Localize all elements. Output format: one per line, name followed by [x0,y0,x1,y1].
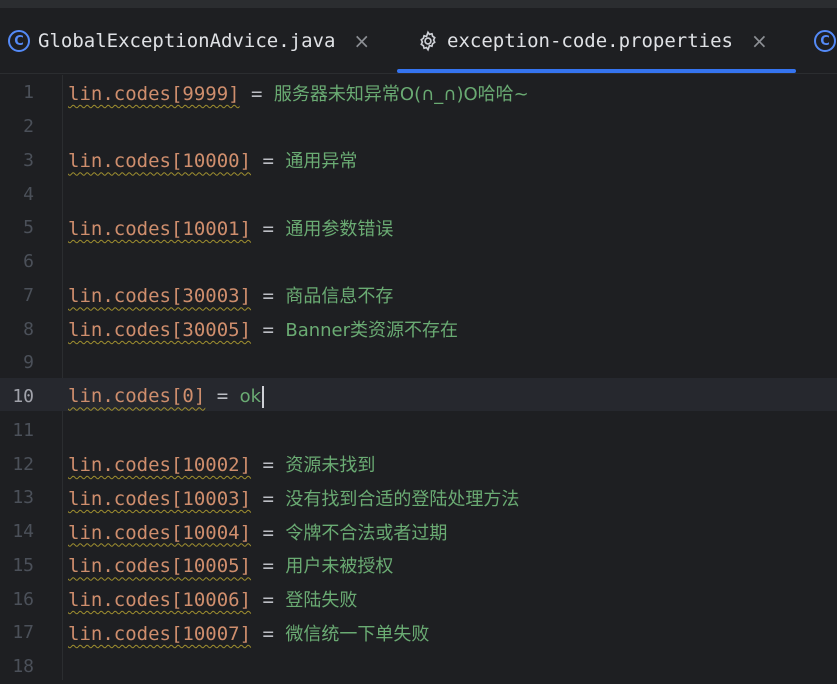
line-number: 8 [23,318,34,340]
line-number: 12 [12,453,34,475]
line-number: 6 [23,251,34,273]
code-line[interactable]: 2 [0,110,837,144]
property-value: 用户未被授权 [285,556,394,578]
property-key: lin.codes[30005] [68,319,252,342]
tab-label: exception-code.properties [447,30,733,52]
code-line[interactable]: 8 lin.codes[30005] = Banner类资源不存在 [0,312,837,346]
line-number: 15 [12,554,34,576]
java-class-icon: C [8,30,30,52]
code-line[interactable]: 3 lin.codes[10000] = 通用异常 [0,144,837,178]
line-number: 9 [23,352,34,374]
line-number: 7 [23,284,34,306]
property-value: 通用参数错误 [285,218,394,240]
code-editor[interactable]: 1 lin.codes[9999] = 服务器未知异常O(∩_∩)O哈哈~ 2 … [0,75,837,680]
text-caret [262,385,265,408]
line-number: 18 [12,656,34,678]
equals-sign: = [205,385,240,408]
equals-sign: = [251,454,286,477]
equals-sign: = [251,285,286,308]
code-line[interactable]: 9 [0,346,837,380]
property-value: 服务器未知异常O(∩_∩)O哈哈~ [273,83,529,105]
property-key: lin.codes[10004] [68,521,252,544]
line-number: 3 [23,149,34,171]
property-key: lin.codes[10000] [68,150,252,173]
equals-sign: = [251,319,286,342]
tab-label: GlobalExceptionAdvice.java [38,30,336,52]
property-value: 登陆失败 [285,590,358,612]
java-class-icon: C [814,30,836,52]
property-key: lin.codes[10007] [68,622,252,645]
code-line[interactable]: 7 lin.codes[30003] = 商品信息不存 [0,279,837,313]
code-line[interactable]: 14 lin.codes[10004] = 令牌不合法或者过期 [0,515,837,549]
property-value: ok [239,386,262,408]
property-value: 没有找到合适的登陆处理方法 [285,488,520,510]
property-key: lin.codes[10002] [68,454,252,477]
property-key: lin.codes[10001] [68,217,252,240]
code-line[interactable]: 18 [0,650,837,684]
line-number: 1 [23,82,34,104]
property-value: 微信统一下单失败 [285,623,430,645]
code-line[interactable]: 11 [0,414,837,448]
tab-overflow[interactable]: C [814,8,837,74]
active-tab-indicator [397,69,796,73]
code-line[interactable]: 5 lin.codes[10001] = 通用参数错误 [0,211,837,245]
line-number: 5 [23,217,34,239]
code-line[interactable]: 1 lin.codes[9999] = 服务器未知异常O(∩_∩)O哈哈~ [0,76,837,110]
equals-sign: = [251,521,286,544]
code-line[interactable]: 16 lin.codes[10006] = 登陆失败 [0,582,837,616]
tab-global-exception-advice[interactable]: C GlobalExceptionAdvice.java × [8,8,370,74]
equals-sign: = [251,487,286,510]
line-number: 4 [23,183,34,205]
code-line[interactable]: 13 lin.codes[10003] = 没有找到合适的登陆处理方法 [0,481,837,515]
line-number: 10 [12,386,34,408]
line-number: 11 [12,419,34,441]
line-number: 13 [12,487,34,509]
close-icon[interactable]: × [751,29,768,53]
property-value: 令牌不合法或者过期 [285,522,448,544]
equals-sign: = [251,150,286,173]
tab-exception-code-properties[interactable]: exception-code.properties × [417,8,768,74]
equals-sign: = [251,555,286,578]
code-line-current[interactable]: 10 lin.codes[0] = ok [0,380,837,414]
equals-sign: = [251,589,286,612]
code-line[interactable]: 15 lin.codes[10005] = 用户未被授权 [0,549,837,583]
line-number: 14 [12,521,34,543]
property-key: lin.codes[10003] [68,487,252,510]
line-number: 17 [12,622,34,644]
gear-icon [417,30,439,52]
editor-tab-bar: C GlobalExceptionAdvice.java × exception… [0,8,837,74]
code-line[interactable]: 17 lin.codes[10007] = 微信统一下单失败 [0,616,837,650]
property-key: lin.codes[10005] [68,555,252,578]
property-key: lin.codes[30003] [68,285,252,308]
code-line[interactable]: 12 lin.codes[10002] = 资源未找到 [0,447,837,481]
property-value: Banner类资源不存在 [285,320,459,342]
property-key: lin.codes[10006] [68,589,252,612]
property-key: lin.codes[0] [68,385,206,408]
equals-sign: = [239,82,274,105]
equals-sign: = [251,217,286,240]
property-value: 资源未找到 [285,455,376,477]
property-value: 通用异常 [285,151,358,173]
property-key: lin.codes[9999] [68,82,240,105]
line-number: 2 [23,116,34,138]
property-value: 商品信息不存 [285,286,394,308]
close-icon[interactable]: × [353,29,370,53]
line-number: 16 [12,588,34,610]
title-strip [0,0,837,8]
code-line[interactable]: 6 [0,245,837,279]
code-line[interactable]: 4 [0,177,837,211]
equals-sign: = [251,622,286,645]
